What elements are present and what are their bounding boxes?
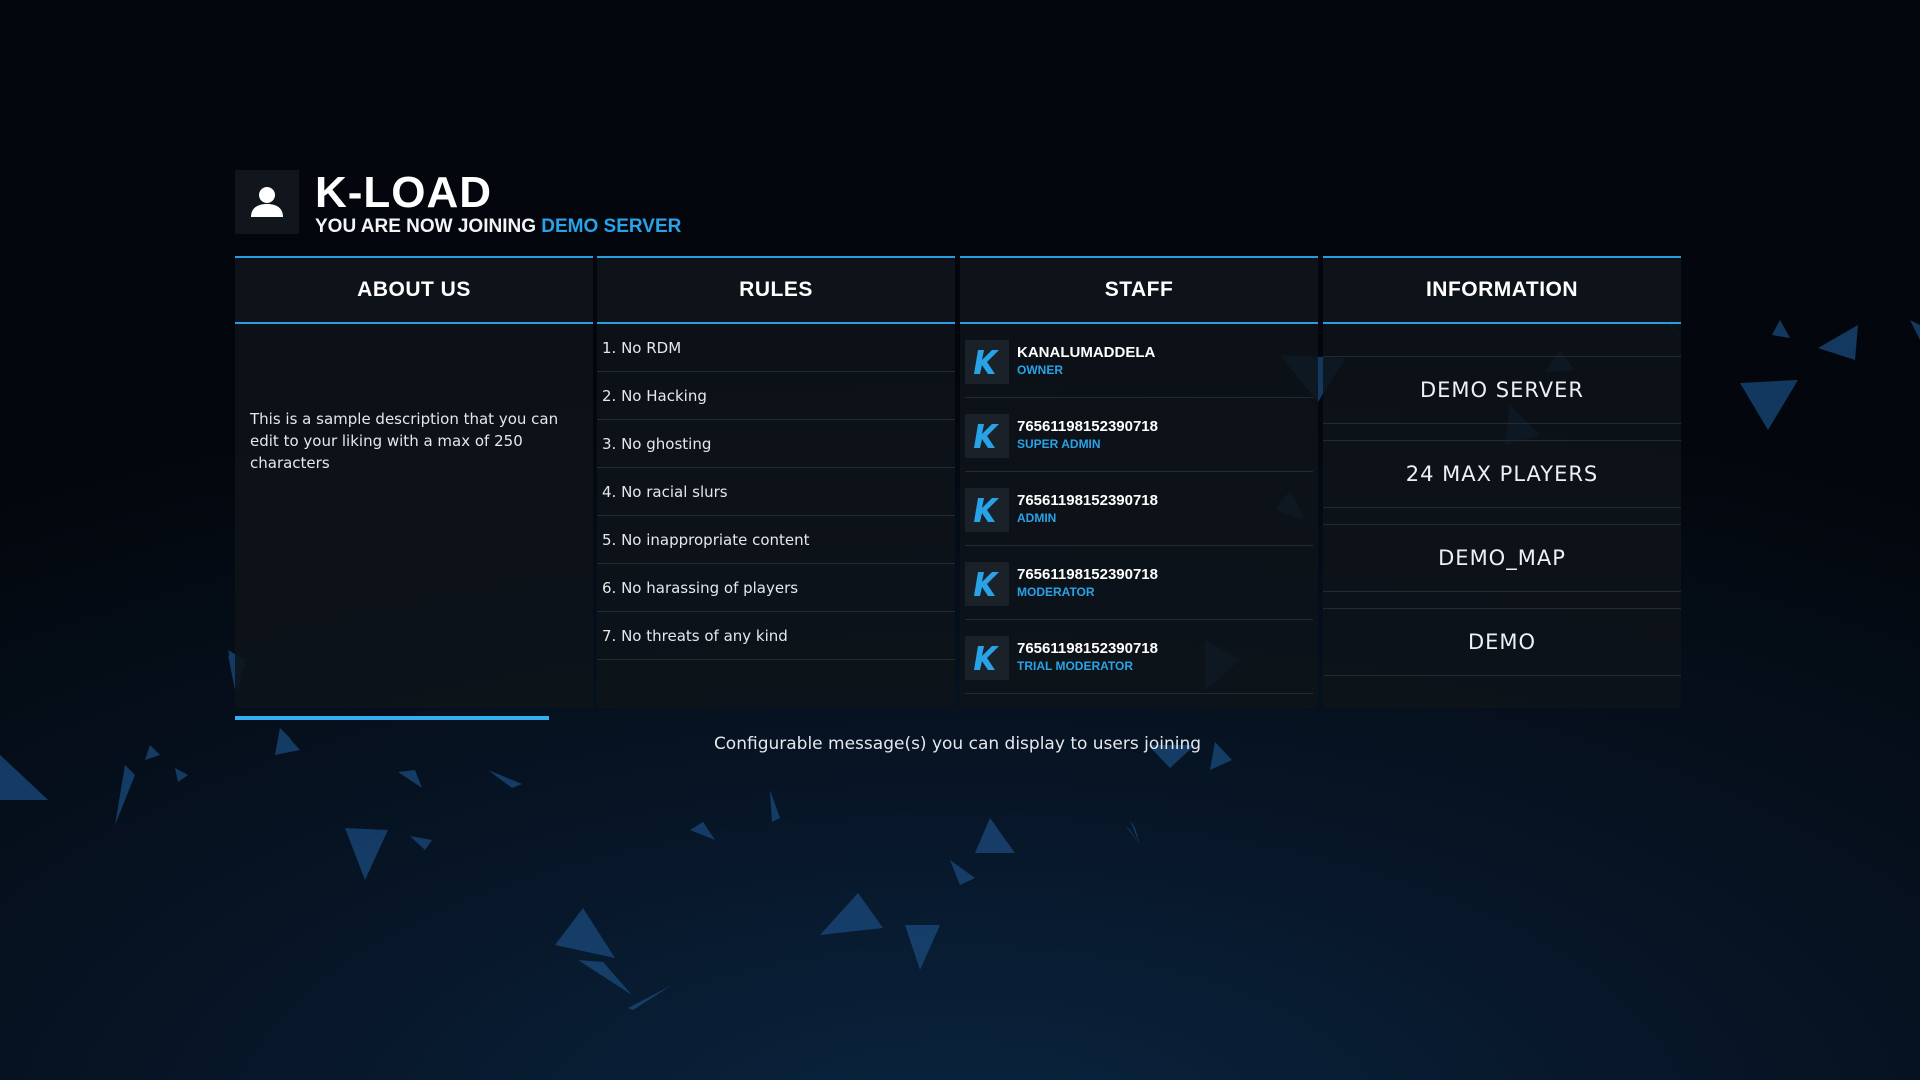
information-heading: INFORMATION xyxy=(1323,258,1681,324)
staff-member: 76561198152390718 ADMIN xyxy=(965,472,1313,546)
rules-heading: RULES xyxy=(597,258,955,324)
information-panel: INFORMATION DEMO SERVER 24 MAX PLAYERS D… xyxy=(1323,256,1681,708)
staff-member: 76561198152390718 SUPER ADMIN xyxy=(965,398,1313,472)
joining-subtitle: YOU ARE NOW JOINING DEMO SERVER xyxy=(315,216,681,238)
staff-avatar xyxy=(965,636,1009,680)
k-logo-icon xyxy=(974,424,999,448)
page-title: K-LOAD xyxy=(315,168,493,217)
staff-name: 76561198152390718 xyxy=(1017,418,1158,435)
k-logo-icon xyxy=(974,572,999,596)
staff-rank: MODERATOR xyxy=(1017,585,1095,599)
staff-member: KANALUMADDELA OWNER xyxy=(965,324,1313,398)
rule-item: 5. No inappropriate content xyxy=(597,516,955,564)
rule-item: 4. No racial slurs xyxy=(597,468,955,516)
about-heading: ABOUT US xyxy=(235,258,593,324)
loading-screen: K-LOAD YOU ARE NOW JOINING DEMO SERVER A… xyxy=(235,170,1681,754)
staff-rank: ADMIN xyxy=(1017,511,1057,525)
staff-avatar xyxy=(965,562,1009,606)
staff-avatar xyxy=(965,340,1009,384)
about-description: This is a sample description that you ca… xyxy=(250,410,559,472)
k-logo-icon xyxy=(974,646,999,670)
rules-panel: RULES 1. No RDM 2. No Hacking 3. No ghos… xyxy=(597,256,955,708)
k-logo-icon xyxy=(974,498,999,522)
staff-name: 76561198152390718 xyxy=(1017,566,1158,583)
info-max-players: 24 MAX PLAYERS xyxy=(1323,440,1681,508)
about-panel: ABOUT US This is a sample description th… xyxy=(235,256,593,708)
info-gamemode: DEMO xyxy=(1323,608,1681,676)
staff-name: KANALUMADDELA xyxy=(1017,344,1156,361)
footer-message: Configurable message(s) you can display … xyxy=(713,734,1202,754)
staff-rank: SUPER ADMIN xyxy=(1017,437,1101,451)
staff-member: 76561198152390718 TRIAL MODERATOR xyxy=(965,620,1313,694)
rule-item: 3. No ghosting xyxy=(597,420,955,468)
staff-list: KANALUMADDELA OWNER 76561198152390718 SU… xyxy=(960,324,1318,694)
staff-name: 76561198152390718 xyxy=(1017,492,1158,509)
loading-progress-bar xyxy=(235,716,1680,720)
rules-list: 1. No RDM 2. No Hacking 3. No ghosting 4… xyxy=(597,324,955,660)
staff-rank: TRIAL MODERATOR xyxy=(1017,659,1133,673)
avatar xyxy=(235,170,299,234)
rule-item: 2. No Hacking xyxy=(597,372,955,420)
staff-avatar xyxy=(965,414,1009,458)
user-icon xyxy=(251,187,283,217)
header: K-LOAD YOU ARE NOW JOINING DEMO SERVER xyxy=(235,170,1680,240)
staff-name: 76561198152390718 xyxy=(1017,640,1158,657)
joining-prefix: YOU ARE NOW JOINING xyxy=(315,216,536,237)
info-server-name: DEMO SERVER xyxy=(1323,356,1681,424)
rule-item: 1. No RDM xyxy=(597,324,955,372)
staff-panel: STAFF KANALUMADDELA OWNER 76561198152390… xyxy=(960,256,1318,708)
panels: ABOUT US This is a sample description th… xyxy=(235,256,1681,708)
staff-rank: OWNER xyxy=(1017,363,1063,377)
staff-heading: STAFF xyxy=(960,258,1318,324)
rule-item: 6. No harassing of players xyxy=(597,564,955,612)
loading-progress-fill xyxy=(235,716,549,720)
joining-server-name: DEMO SERVER xyxy=(541,216,682,237)
rule-item: 7. No threats of any kind xyxy=(597,612,955,660)
information-list: DEMO SERVER 24 MAX PLAYERS DEMO_MAP DEMO xyxy=(1323,356,1681,676)
staff-member: 76561198152390718 MODERATOR xyxy=(965,546,1313,620)
info-map: DEMO_MAP xyxy=(1323,524,1681,592)
k-logo-icon xyxy=(974,350,999,374)
staff-avatar xyxy=(965,488,1009,532)
